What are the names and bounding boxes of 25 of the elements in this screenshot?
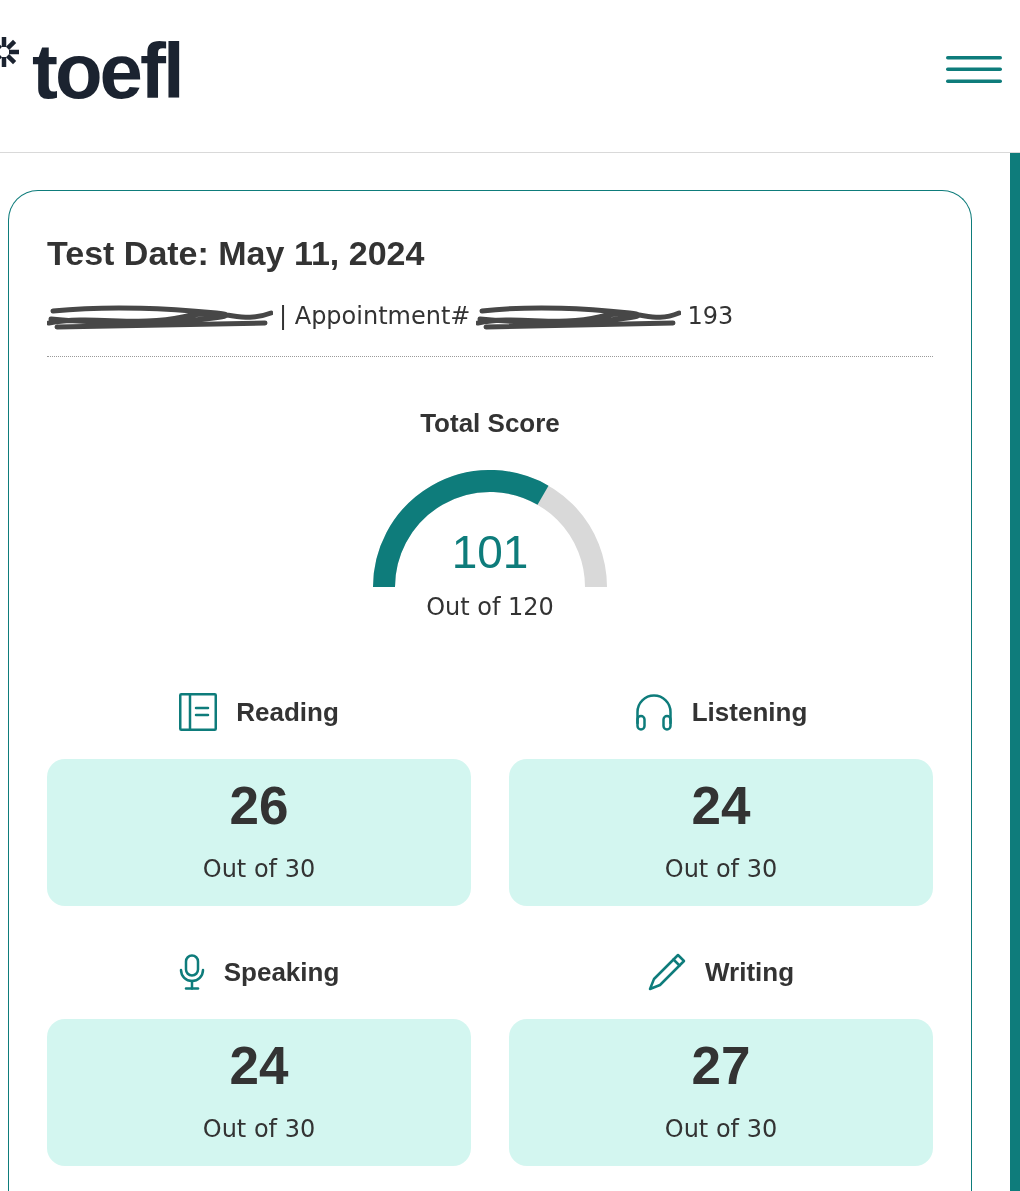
section-out-of-text: Out of 30 (202, 1114, 316, 1145)
section-name: Writing (704, 956, 795, 989)
section-name: Reading (236, 696, 339, 729)
headphones-icon (634, 693, 673, 731)
logo-wordmark: toefl (32, 32, 182, 110)
section-out-of-text: Out of 30 (664, 854, 778, 885)
section-out-of-text: Out of 30 (202, 854, 316, 885)
section-name: Listening (691, 696, 808, 729)
appointment-text: 193 (687, 301, 734, 332)
section-score: 24 (229, 1037, 289, 1095)
section-out-of-text: Out of 30 (664, 1114, 778, 1145)
total-score-label: Total Score (419, 407, 561, 439)
pencil-icon (647, 953, 686, 991)
test-date-title: Test Date: May 11, 2024 (47, 233, 426, 273)
section-name: Speaking (223, 956, 340, 989)
book-icon (179, 693, 218, 731)
section-score: 27 (691, 1037, 751, 1095)
microphone-icon (178, 954, 205, 990)
total-score-value: 101 (451, 527, 529, 577)
menu-icon (946, 55, 1002, 83)
menu-button[interactable] (946, 55, 1002, 83)
total-out-of-text: Out of 120 (425, 592, 555, 623)
section-score: 24 (691, 777, 751, 835)
section-score: 26 (229, 777, 289, 835)
appointment-text: | Appointment# (279, 301, 471, 332)
